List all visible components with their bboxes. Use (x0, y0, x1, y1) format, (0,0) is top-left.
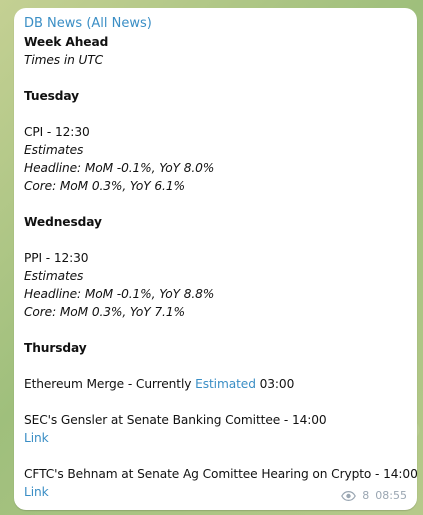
event-sec-gensler: SEC's Gensler at Senate Banking Comittee… (24, 413, 327, 427)
eye-icon (341, 491, 357, 501)
channel-name[interactable]: DB News (All News) (24, 15, 407, 32)
sec-link[interactable]: Link (24, 431, 49, 445)
estimates-label: Estimates (24, 269, 84, 283)
day-heading-thursday: Thursday (24, 341, 87, 355)
message-content: Week Ahead Times in UTC Tuesday CPI - 12… (24, 33, 418, 501)
event-cftc-behnam: CFTC's Behnam at Senate Ag Comittee Hear… (24, 467, 418, 481)
day-heading-tuesday: Tuesday (24, 89, 79, 103)
estimates-label: Estimates (24, 143, 84, 157)
merge-text-prefix: Ethereum Merge - Currently (24, 377, 196, 391)
ppi-core: Core: MoM 0.3%, YoY 7.1% (24, 305, 185, 319)
ppi-headline: Headline: MoM -0.1%, YoY 8.8% (24, 287, 215, 301)
event-cpi: CPI - 12:30 (24, 125, 90, 139)
message-time: 08:55 (375, 489, 407, 502)
estimated-link[interactable]: Estimated (195, 377, 256, 391)
event-ethereum-merge: Ethereum Merge - Currently Estimated 03:… (24, 375, 407, 393)
message-meta: 8 08:55 (341, 490, 407, 502)
event-ppi: PPI - 12:30 (24, 251, 89, 265)
merge-text-suffix: 03:00 (255, 377, 295, 391)
cpi-headline: Headline: MoM -0.1%, YoY 8.0% (24, 161, 215, 175)
message-title: Week Ahead (24, 35, 109, 49)
view-count: 8 (362, 489, 370, 502)
day-heading-wednesday: Wednesday (24, 215, 102, 229)
message-subtitle: Times in UTC (24, 53, 104, 67)
message-bubble: DB News (All News) Week Ahead Times in U… (14, 8, 418, 510)
cftc-link[interactable]: Link (24, 485, 49, 499)
cpi-core: Core: MoM 0.3%, YoY 6.1% (24, 179, 185, 193)
